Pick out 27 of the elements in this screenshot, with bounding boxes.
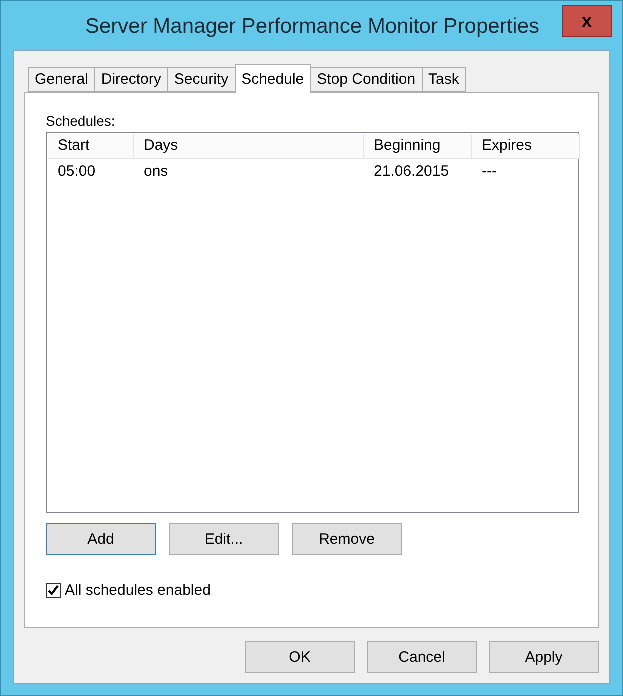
tab[interactable]: Stop Condition (310, 67, 423, 92)
list-button[interactable]: Remove (292, 523, 402, 555)
tab[interactable]: Schedule (234, 64, 312, 93)
dialog-button[interactable]: Cancel (367, 641, 477, 673)
column-header[interactable]: Start (48, 134, 134, 159)
column-header[interactable]: Beginning (364, 134, 472, 159)
tab[interactable]: Security (167, 67, 236, 92)
tab[interactable]: General (28, 67, 96, 92)
table-cell-text: 21.06.2015 (373, 162, 450, 182)
dialog-button[interactable]: Apply (489, 641, 599, 673)
list-button[interactable]: Edit... (169, 523, 279, 555)
close-button[interactable]: x (562, 5, 612, 37)
window-title: Server Manager Performance Monitor Properties (84, 14, 541, 39)
table-cell-text: 05:00 (57, 162, 97, 182)
list-button[interactable]: Add (46, 523, 156, 555)
check-icon (47, 584, 60, 597)
tab[interactable]: Task (422, 67, 466, 92)
dialog-button[interactable]: OK (245, 641, 355, 673)
table-cell-text: ons (143, 162, 170, 182)
column-header[interactable]: Days (134, 134, 364, 159)
table-cell-text: --- (481, 162, 498, 182)
schedules-label: Schedules: (46, 113, 116, 129)
tab[interactable]: Directory (94, 67, 168, 92)
checkbox[interactable] (46, 583, 61, 598)
checkbox-label: All schedules enabled (65, 582, 211, 599)
schedules-list[interactable]: Start Days Beginning Expires 05:00 ons 21.06.2015 --- (46, 132, 579, 513)
column-header[interactable]: Expires (472, 134, 580, 159)
